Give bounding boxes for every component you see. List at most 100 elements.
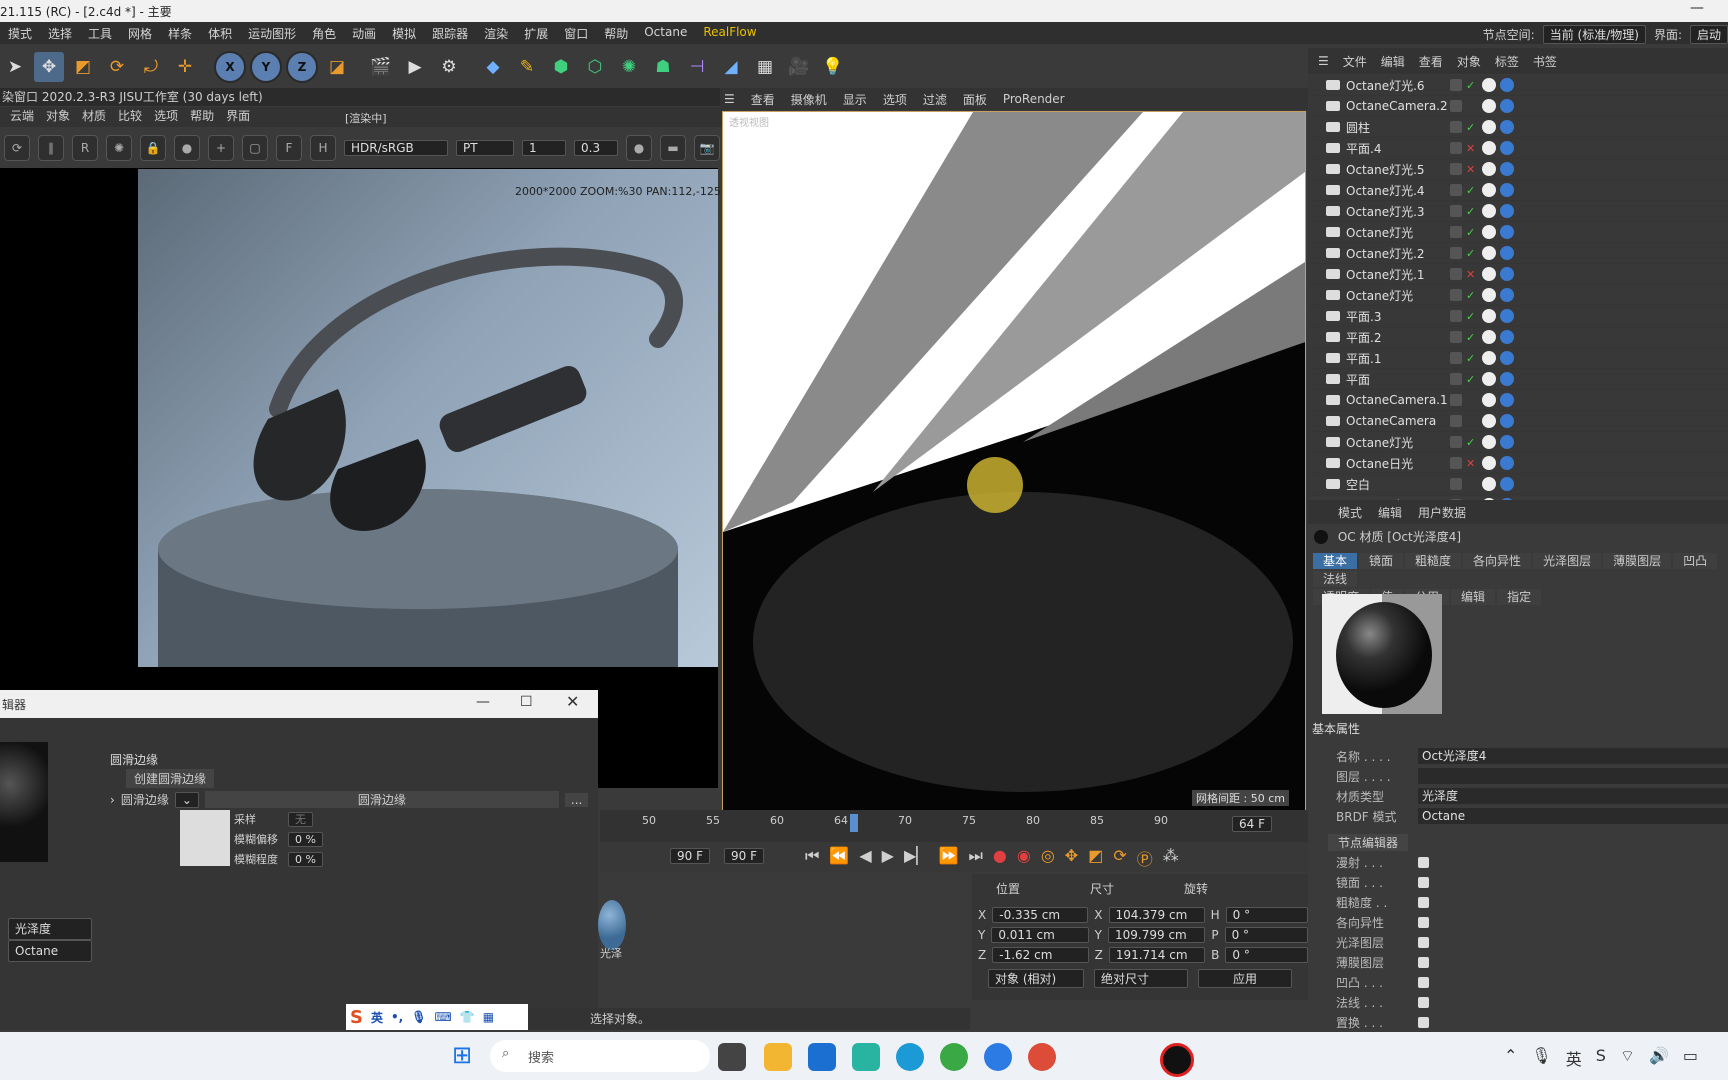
object-name[interactable]: Octane灯光.1	[1346, 266, 1442, 283]
tag-icon[interactable]	[1482, 372, 1496, 386]
close-icon[interactable]: ✕	[566, 692, 579, 711]
tab-4[interactable]: 光泽图层	[1533, 553, 1602, 569]
object-row[interactable]: Octane灯光.2 ✓	[1308, 243, 1728, 264]
tab-5[interactable]: 薄膜图层	[1603, 553, 1672, 569]
object-name[interactable]: Octane灯光	[1346, 434, 1442, 451]
tag-icon[interactable]	[1500, 99, 1514, 113]
menu-item[interactable]: 选择	[40, 25, 80, 42]
node-space-select[interactable]: 当前 (标准/物理)	[1542, 25, 1646, 44]
sogou-tray-icon[interactable]: S	[1596, 1046, 1606, 1070]
tab-0[interactable]: 基本	[1313, 553, 1358, 569]
menu-item[interactable]: 动画	[344, 25, 384, 42]
tag-icon[interactable]	[1482, 225, 1496, 239]
visibility-check[interactable]: ✓	[1466, 352, 1478, 365]
camera-icon[interactable]: 🎥	[784, 52, 814, 82]
menu-item[interactable]: 样条	[160, 25, 200, 42]
skin-icon[interactable]: 👕	[460, 1010, 475, 1024]
minimize-button[interactable]: —	[1690, 0, 1704, 16]
viewport-menu-item[interactable]: 选项	[883, 91, 907, 108]
object-name[interactable]: Octane灯光.3	[1346, 203, 1442, 220]
render-menu-item[interactable]: 界面	[226, 107, 250, 127]
refresh-icon[interactable]: ⟳	[4, 135, 30, 161]
subdivision-icon[interactable]: ⬢	[546, 52, 576, 82]
object-name[interactable]: Octane灯光	[1346, 224, 1442, 241]
viewport-menu-item[interactable]: 显示	[843, 91, 867, 108]
menu-item[interactable]: 模拟	[384, 25, 424, 42]
edit-icon[interactable]	[1450, 100, 1462, 112]
render-settings-icon[interactable]: ⚙	[434, 52, 464, 82]
visibility-check[interactable]: ✓	[1466, 373, 1478, 386]
tag-icon[interactable]	[1482, 309, 1496, 323]
ime-lang[interactable]: 英	[371, 1009, 383, 1026]
tag-icon[interactable]	[1500, 393, 1514, 407]
menu-item[interactable]: 窗口	[556, 25, 596, 42]
object-name[interactable]: 圆柱	[1346, 119, 1442, 136]
battery-icon[interactable]: ▭	[1683, 1046, 1698, 1070]
tag-icon[interactable]	[1482, 246, 1496, 260]
object-name[interactable]: 空白	[1346, 476, 1442, 493]
visibility-check[interactable]: ✓	[1466, 310, 1478, 323]
render-menu-item[interactable]: 选项	[154, 107, 178, 127]
render-menu-item[interactable]: 材质	[82, 107, 106, 127]
tab2-3[interactable]: 编辑	[1451, 589, 1496, 605]
tab-2[interactable]: 粗糙度	[1405, 553, 1462, 569]
record-icon[interactable]: ●	[993, 846, 1007, 870]
object-row[interactable]: Octane灯光.4 ✓	[1308, 180, 1728, 201]
object-name[interactable]: 平面	[1346, 371, 1442, 388]
task-view-icon[interactable]	[718, 1043, 746, 1071]
tag-icon[interactable]	[1482, 288, 1496, 302]
object-row[interactable]: OctaneCamera.2	[1308, 96, 1728, 117]
rot-field[interactable]: 0 °	[1225, 947, 1308, 963]
tag-icon[interactable]	[1482, 393, 1496, 407]
viewport[interactable]: 透视视图	[722, 111, 1306, 811]
film-icon[interactable]: ▬	[660, 135, 686, 161]
tag-icon[interactable]	[1482, 141, 1496, 155]
edge-icon[interactable]	[896, 1043, 924, 1071]
rot-field[interactable]: 0 °	[1224, 927, 1308, 943]
om-menu-item[interactable]: 书签	[1533, 53, 1557, 70]
channel-checkbox[interactable]	[1418, 896, 1429, 908]
taskbar-search[interactable]: ⌕ 搜索	[490, 1040, 710, 1072]
pla-icon[interactable]: ⁂	[1163, 846, 1179, 870]
coord-system-icon[interactable]: ◪	[322, 52, 352, 82]
node-editor-button[interactable]: 节点编辑器	[1328, 833, 1409, 851]
cube-icon[interactable]: ◆	[478, 52, 508, 82]
tag-icon[interactable]	[1500, 120, 1514, 134]
object-row[interactable]: OctaneCamera.1	[1308, 390, 1728, 411]
current-frame[interactable]: 64 F	[1232, 816, 1272, 832]
object-row[interactable]: 平面.1 ✓	[1308, 348, 1728, 369]
viewport-menu-item[interactable]: 面板	[963, 91, 987, 108]
floor-icon[interactable]: ▦	[750, 52, 780, 82]
tag-icon[interactable]	[1482, 414, 1496, 428]
render-menu-item[interactable]: 比较	[118, 107, 142, 127]
tag-icon[interactable]	[1482, 330, 1496, 344]
object-row[interactable]: 平面.4 ✕	[1308, 138, 1728, 159]
chevron-up-icon[interactable]: ⌃	[1504, 1046, 1517, 1070]
menu-item[interactable]: 跟踪器	[424, 25, 476, 42]
tag-icon[interactable]	[1500, 435, 1514, 449]
menu-item[interactable]: 角色	[304, 25, 344, 42]
object-row[interactable]: 平面.3 ✓	[1308, 306, 1728, 327]
edit-icon[interactable]	[1450, 373, 1462, 385]
edit-icon[interactable]	[1450, 352, 1462, 364]
play-icon[interactable]: ▶	[882, 846, 894, 870]
photos-icon[interactable]	[852, 1043, 880, 1071]
chrome-icon[interactable]	[1028, 1043, 1056, 1071]
tag-icon[interactable]	[1500, 456, 1514, 470]
cloner-icon[interactable]: ✺	[614, 52, 644, 82]
tag-icon[interactable]	[1500, 162, 1514, 176]
om-menu-item[interactable]: 对象	[1457, 53, 1481, 70]
tag-icon[interactable]	[1500, 414, 1514, 428]
object-row[interactable]: Octane灯光.6 ✓	[1308, 75, 1728, 96]
material-thumb[interactable]	[598, 900, 626, 950]
pos-field[interactable]: -0.335 cm	[992, 907, 1089, 923]
edit-icon[interactable]	[1450, 478, 1462, 490]
size-field[interactable]: 191.714 cm	[1108, 947, 1206, 963]
tag-icon[interactable]	[1482, 351, 1496, 365]
menu-item[interactable]: 运动图形	[240, 25, 304, 42]
viewport-menu-item[interactable]: 过滤	[923, 91, 947, 108]
om-menu-item[interactable]: 标签	[1495, 53, 1519, 70]
tag-icon[interactable]	[1500, 477, 1514, 491]
attr-menu-item[interactable]: 用户数据	[1418, 504, 1466, 521]
colorspace-select[interactable]: HDR/sRGB	[344, 140, 448, 156]
